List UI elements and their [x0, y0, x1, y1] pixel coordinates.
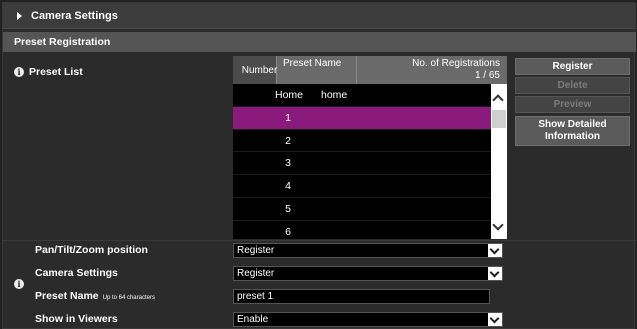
show-in-viewers-value: Enable [237, 314, 269, 325]
preset-list-label: i Preset List [14, 66, 83, 78]
preset-name-label-text: Preset Name [35, 290, 99, 302]
camera-settings-title: Camera Settings [31, 9, 118, 22]
column-header-registrations: No. of Registrations 1 / 65 [357, 56, 507, 84]
register-button[interactable]: Register [515, 58, 630, 75]
detail-button-line2: Information [545, 131, 600, 142]
row-preset-name: home [321, 89, 348, 101]
row-number: Home [274, 89, 303, 101]
registration-count: 1 / 65 [474, 70, 500, 81]
camera-settings-select[interactable]: Register [233, 266, 503, 281]
row-number: 2 [285, 134, 291, 147]
expand-arrow-icon [17, 11, 22, 20]
chevron-down-icon [488, 267, 502, 280]
table-row-6[interactable]: 6 [233, 221, 491, 239]
table-row-1[interactable]: 1 [233, 106, 491, 130]
ptz-position-value: Register [237, 245, 275, 256]
column-name-label: Preset Name [283, 58, 342, 69]
scroll-thumb[interactable] [492, 110, 506, 128]
scroll-down-icon[interactable] [492, 219, 504, 231]
info-icon: i [14, 67, 24, 77]
ptz-position-label: Pan/Tilt/Zoom position [35, 244, 148, 256]
column-header-number[interactable]: Number [233, 56, 277, 84]
column-number-label: Number [241, 64, 278, 76]
row-number: 6 [285, 225, 291, 238]
info-icon: i [14, 279, 24, 289]
show-in-viewers-select[interactable]: Enable [233, 312, 503, 327]
detail-button-line1: Show Detailed [538, 119, 607, 130]
camera-settings-label: Camera Settings [35, 267, 118, 279]
camera-settings-value: Register [237, 268, 275, 279]
preset-list-scrollbar[interactable] [491, 84, 507, 239]
preset-table-header: Number Preset Name No. of Registrations … [233, 56, 507, 84]
preset-name-hint: Up to 64 characters [102, 295, 155, 301]
section-divider [3, 240, 636, 241]
camera-settings-panel: Camera Settings Preset Registration i Pr… [2, 2, 636, 329]
preset-list-label-text: Preset List [29, 66, 83, 78]
show-detailed-information-button[interactable]: Show Detailed Information [515, 116, 630, 146]
preview-button[interactable]: Preview [515, 96, 630, 113]
preset-name-label: Preset Name Up to 64 characters [35, 290, 155, 302]
table-row-5[interactable]: 5 [233, 198, 491, 221]
column-registrations-label: No. of Registrations [412, 58, 500, 69]
show-in-viewers-label: Show in Viewers [35, 313, 118, 325]
row-number: 1 [285, 111, 291, 124]
ptz-position-select[interactable]: Register [233, 243, 503, 258]
preset-registration-header: Preset Registration [3, 32, 636, 52]
table-row-2[interactable]: 2 [233, 130, 491, 153]
column-header-name[interactable]: Preset Name [277, 56, 357, 84]
preset-table-body: Home home 1 2 3 4 5 6 [233, 84, 507, 239]
preset-registration-title: Preset Registration [14, 36, 111, 48]
table-row-home[interactable]: Home home [233, 84, 491, 107]
table-row-3[interactable]: 3 [233, 152, 491, 176]
scroll-up-icon[interactable] [492, 94, 504, 106]
delete-button[interactable]: Delete [515, 77, 630, 94]
row-number: 5 [285, 203, 291, 215]
preset-name-input[interactable]: preset 1 [233, 289, 490, 304]
chevron-down-icon [488, 244, 502, 257]
row-number: 4 [285, 180, 291, 193]
row-number: 3 [285, 157, 291, 170]
chevron-down-icon [488, 313, 502, 326]
camera-settings-header[interactable]: Camera Settings [3, 3, 636, 29]
table-row-4[interactable]: 4 [233, 175, 491, 198]
